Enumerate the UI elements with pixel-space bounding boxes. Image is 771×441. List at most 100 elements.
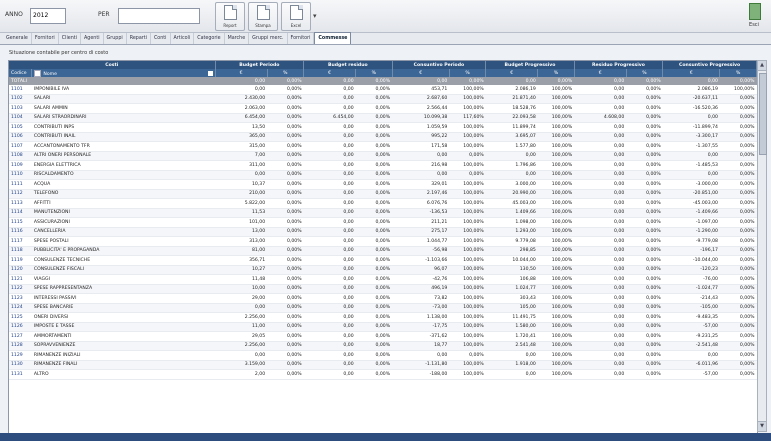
value-cell: 0,00% — [267, 151, 304, 161]
table-row[interactable]: 1120 CONSULENZE FISCALI 10,27 0,00% 0,00 0,00… — [9, 265, 757, 275]
table-row[interactable]: 1110 RISCALDAMENTO 0,00 0,00% 0,00 0,00% 0,00 0… — [9, 170, 757, 180]
tab-item[interactable]: Marche — [225, 33, 250, 44]
column-header[interactable]: Nome — [31, 69, 216, 77]
tab-item[interactable]: Agenti — [81, 33, 104, 44]
table-row[interactable]: 1128 SOPRAVVENIENZE 2.256,00 0,00% 0,00 0,00%… — [9, 341, 757, 351]
table-row[interactable]: 1108 ALTRI ONERI PERSONALE 7,00 0,00% 0,00 0,… — [9, 151, 757, 161]
cost-name-cell: CONSULENZE TECNICHE — [31, 255, 216, 266]
filter-icon[interactable] — [207, 70, 213, 76]
tab-item[interactable]: Gruppi merc. — [249, 33, 288, 44]
table-row[interactable]: 1113 AFFITTI 5.822,00 0,00% 0,00 0,00% 6.076,7… — [9, 198, 757, 209]
value-cell: 0,00% — [267, 113, 304, 123]
tab-item[interactable]: Categorie — [194, 33, 225, 44]
column-header[interactable]: € — [485, 69, 539, 77]
table-row[interactable]: 1112 TELEFONO 210,00 0,00% 0,00 0,00% 2.197,46… — [9, 189, 757, 199]
value-cell: 0,00% — [355, 303, 393, 313]
table-row[interactable]: 1114 MANUTENZIONI 11,53 0,00% 0,00 0,00% -136,… — [9, 208, 757, 218]
table-row[interactable]: 1126 IMPOSTE E TASSE 11,00 0,00% 0,00 0,00% -1… — [9, 322, 757, 332]
value-cell: 117,60% — [449, 113, 486, 123]
table-row[interactable]: 1123 INTERESSI PASSIVI 29,00 0,00% 0,00 0,00%… — [9, 293, 757, 304]
scroll-thumb[interactable] — [759, 73, 767, 155]
value-cell: -9.231,25 — [662, 331, 720, 342]
value-cell: 101,00 — [215, 217, 268, 228]
exit-button[interactable]: Esci — [740, 1, 768, 30]
chevron-down-icon[interactable]: ▾ — [313, 12, 317, 20]
cost-name-cell: VIAGGI — [31, 274, 216, 285]
column-header[interactable]: % — [267, 69, 305, 77]
table-row[interactable]: 1117 SPESE POSTALI 313,00 0,00% 0,00 0,00% 1.0… — [9, 236, 757, 247]
select-all-checkbox[interactable] — [34, 69, 42, 77]
table-row[interactable]: 1115 ASSICURAZIONI 101,00 0,00% 0,00 0,00% 211… — [9, 217, 757, 228]
report-button[interactable]: Report — [215, 2, 245, 31]
table-row[interactable]: 1116 CANCELLERIA 13,00 0,00% 0,00 0,00% 275,17… — [9, 227, 757, 237]
tab-item[interactable]: Conti — [151, 33, 171, 44]
cost-name-cell: RIMANENZE FINALI — [31, 360, 216, 370]
table-row[interactable]: 1119 CONSULENZE TECNICHE 356,71 0,00% 0,00 0,… — [9, 255, 757, 266]
value-cell: -9.483,35 — [662, 312, 720, 323]
column-header[interactable]: % — [449, 69, 487, 77]
scroll-down-icon[interactable]: ▼ — [758, 421, 766, 431]
value-cell: 0,00 — [574, 322, 627, 332]
column-header[interactable]: € — [574, 69, 627, 77]
table-row[interactable]: 1124 SPESE BANCARIE 0,00 0,00% 0,00 0,00% -73,… — [9, 303, 757, 313]
value-cell: 0,00% — [626, 132, 663, 142]
table-row[interactable]: 1121 VIAGGI 11,48 0,00% 0,00 0,00% -42,76 100,0… — [9, 274, 757, 285]
total-cell: 0,00 — [303, 77, 356, 85]
table-row[interactable]: 1107 ACCANTONAMENTO TFR 315,00 0,00% 0,00 0,0… — [9, 141, 757, 152]
tab-item[interactable]: Articoli — [171, 33, 195, 44]
tab-item[interactable]: Clienti — [59, 33, 81, 44]
table-row[interactable]: 1125 ONERI DIVERSI 2.256,00 0,00% 0,00 0,00% 1… — [9, 312, 757, 323]
table-row[interactable]: 1129 RIMANENZE INIZIALI 0,00 0,00% 0,00 0,00%… — [9, 350, 757, 361]
top-toolbar: ANNO 2012 PER Report Stampa Excel ▾ Esci — [0, 0, 771, 33]
total-cell: TOTALI — [9, 77, 32, 85]
table-row[interactable]: 1109 ENERGIA ELETTRICA 311,00 0,00% 0,00 0,00… — [9, 160, 757, 171]
column-header[interactable]: € — [392, 69, 450, 77]
column-header[interactable]: % — [626, 69, 664, 77]
value-cell: 0,00% — [626, 179, 663, 190]
value-cell: 0,00 — [574, 284, 627, 294]
value-cell: 100,00% — [537, 151, 575, 161]
value-cell: 0,00% — [626, 369, 663, 380]
tab-item[interactable]: Reparti — [127, 33, 151, 44]
period-field[interactable] — [118, 8, 200, 24]
column-header[interactable]: Codice — [9, 69, 33, 77]
table-row[interactable]: 1127 AMMORTAMENTI 29,05 0,00% 0,00 0,00% -371,… — [9, 331, 757, 342]
table-row[interactable]: 1130 RIMANENZE FINALI 3.159,00 0,00% 0,00 0,0… — [9, 360, 757, 370]
value-cell: 0,00% — [626, 113, 663, 123]
excel-button[interactable]: Excel — [281, 2, 311, 31]
value-cell: -3.300,17 — [662, 132, 720, 142]
print-button[interactable]: Stampa — [248, 2, 278, 31]
tab-item[interactable]: Gruppi — [104, 33, 127, 44]
scroll-up-icon[interactable]: ▲ — [758, 61, 766, 71]
value-cell: 0,00% — [267, 360, 304, 370]
column-header[interactable]: % — [719, 69, 757, 77]
cost-code-cell: 1124 — [9, 303, 32, 313]
table-row[interactable]: 1102 SALARI 2.430,00 0,00% 0,00 0,00% 2.687,60… — [9, 94, 757, 104]
value-cell: 0,00 — [303, 236, 356, 247]
value-cell: 100,00% — [537, 369, 575, 380]
table-row[interactable]: 1122 SPESE RAPPRESENTANZA 10,00 0,00% 0,00 0,… — [9, 284, 757, 294]
table-row[interactable]: 1131 ALTRO 2,00 0,00% 0,00 0,00% -188,00 100,00… — [9, 369, 757, 380]
table-row[interactable]: 1118 PUBBLICITA' E PROPAGANDA 81,00 0,00% 0,… — [9, 246, 757, 256]
column-header[interactable]: % — [355, 69, 393, 77]
table-row[interactable]: 1103 SALARI AMMIN 2.063,00 0,00% 0,00 0,00% 2.… — [9, 103, 757, 114]
value-cell: -76,00 — [662, 274, 720, 285]
year-field[interactable]: 2012 — [30, 8, 66, 24]
table-row[interactable]: 1105 CONTRIBUTI INPS 13,50 0,00% 0,00 0,00% 1.… — [9, 122, 757, 133]
table-row[interactable]: 1111 ACQUA 10,37 0,00% 0,00 0,00% 329,01 100,00… — [9, 179, 757, 190]
table-row[interactable]: 1106 CONTRIBUTI INAIL 365,00 0,00% 0,00 0,00%… — [9, 132, 757, 142]
value-cell: 100,00% — [449, 217, 486, 228]
column-header[interactable]: € — [662, 69, 721, 77]
table-row[interactable]: 1101 IMPONIBILE IVA 0,00 0,00% 0,00 0,00% 453,… — [9, 85, 757, 95]
column-header[interactable]: % — [537, 69, 575, 77]
value-cell: 0,00% — [719, 331, 757, 342]
column-header[interactable]: € — [303, 69, 357, 77]
tab-item[interactable]: Commesse — [314, 32, 352, 44]
column-header[interactable]: € — [215, 69, 268, 77]
tab-item[interactable]: Fornitori — [32, 33, 59, 44]
value-cell: 0,00% — [719, 179, 757, 190]
vertical-scrollbar[interactable]: ▲ ▼ — [757, 60, 767, 432]
table-row[interactable]: 1104 SALARI STRAORDINARI 6.454,00 0,00% 6.45… — [9, 113, 757, 123]
tab-item[interactable]: Fornitori — [288, 33, 315, 44]
tab-item[interactable]: Generale — [3, 33, 32, 44]
